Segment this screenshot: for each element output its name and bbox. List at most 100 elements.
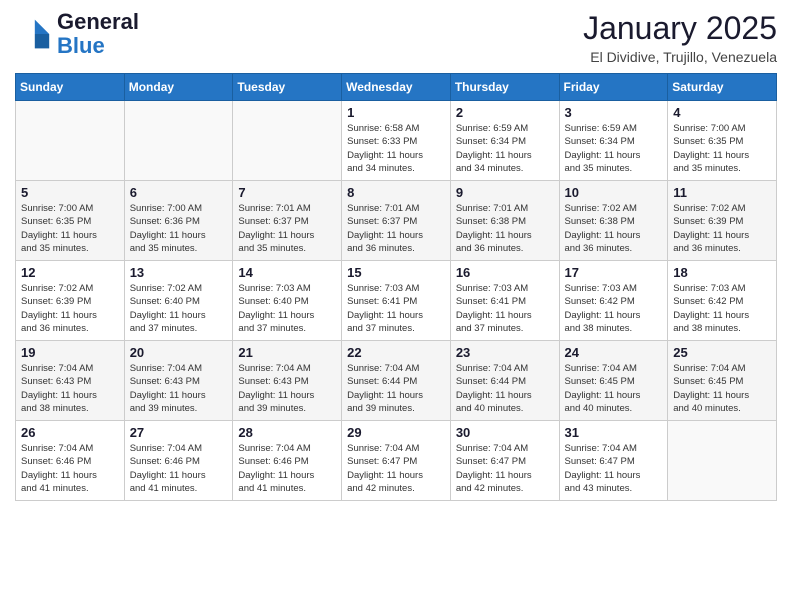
day-info: Sunrise: 7:01 AMSunset: 6:37 PMDaylight:… <box>238 202 336 255</box>
day-number: 22 <box>347 345 445 360</box>
calendar-cell: 8 Sunrise: 7:01 AMSunset: 6:37 PMDaylight… <box>342 181 451 261</box>
day-number: 24 <box>565 345 663 360</box>
calendar-cell: 9 Sunrise: 7:01 AMSunset: 6:38 PMDaylight… <box>450 181 559 261</box>
day-info: Sunrise: 7:00 AMSunset: 6:35 PMDaylight:… <box>21 202 119 255</box>
day-info: Sunrise: 7:04 AMSunset: 6:45 PMDaylight:… <box>565 362 663 415</box>
day-info: Sunrise: 7:04 AMSunset: 6:46 PMDaylight:… <box>238 442 336 495</box>
day-number: 6 <box>130 185 228 200</box>
day-info: Sunrise: 7:04 AMSunset: 6:44 PMDaylight:… <box>456 362 554 415</box>
day-number: 10 <box>565 185 663 200</box>
calendar-cell: 22 Sunrise: 7:04 AMSunset: 6:44 PMDayligh… <box>342 341 451 421</box>
day-number: 20 <box>130 345 228 360</box>
day-number: 17 <box>565 265 663 280</box>
logo-blue-text: Blue <box>57 33 105 58</box>
calendar-cell: 23 Sunrise: 7:04 AMSunset: 6:44 PMDayligh… <box>450 341 559 421</box>
calendar-cell: 18Sunrise: 7:03 AMSunset: 6:42 PMDayligh… <box>668 261 777 341</box>
day-number: 2 <box>456 105 554 120</box>
calendar-cell: 29 Sunrise: 7:04 AMSunset: 6:47 PMDayligh… <box>342 421 451 501</box>
day-number: 13 <box>130 265 228 280</box>
day-info: Sunrise: 7:04 AMSunset: 6:44 PMDaylight:… <box>347 362 445 415</box>
day-number: 1 <box>347 105 445 120</box>
calendar-cell: 14 Sunrise: 7:03 AMSunset: 6:40 PMDayligh… <box>233 261 342 341</box>
day-info: Sunrise: 7:04 AMSunset: 6:45 PMDaylight:… <box>673 362 771 415</box>
week-row-5: 26 Sunrise: 7:04 AMSunset: 6:46 PMDayligh… <box>16 421 777 501</box>
calendar-cell: 17 Sunrise: 7:03 AMSunset: 6:42 PMDayligh… <box>559 261 668 341</box>
calendar-cell: 12 Sunrise: 7:02 AMSunset: 6:39 PMDayligh… <box>16 261 125 341</box>
calendar-cell <box>233 101 342 181</box>
day-number: 26 <box>21 425 119 440</box>
calendar-table: SundayMondayTuesdayWednesdayThursdayFrid… <box>15 73 777 501</box>
month-title: January 2025 <box>583 10 777 47</box>
day-number: 23 <box>456 345 554 360</box>
day-number: 27 <box>130 425 228 440</box>
calendar-cell: 26 Sunrise: 7:04 AMSunset: 6:46 PMDayligh… <box>16 421 125 501</box>
calendar-cell: 19Sunrise: 7:04 AMSunset: 6:43 PMDayligh… <box>16 341 125 421</box>
day-number: 5 <box>21 185 119 200</box>
calendar-cell: 6 Sunrise: 7:00 AMSunset: 6:36 PMDaylight… <box>124 181 233 261</box>
calendar-cell: 3 Sunrise: 6:59 AMSunset: 6:34 PMDaylight… <box>559 101 668 181</box>
day-number: 12 <box>21 265 119 280</box>
column-header-sunday: Sunday <box>16 74 125 101</box>
calendar-cell: 2 Sunrise: 6:59 AMSunset: 6:34 PMDaylight… <box>450 101 559 181</box>
day-info: Sunrise: 7:01 AMSunset: 6:38 PMDaylight:… <box>456 202 554 255</box>
calendar-header-row: SundayMondayTuesdayWednesdayThursdayFrid… <box>16 74 777 101</box>
day-number: 3 <box>565 105 663 120</box>
day-info: Sunrise: 7:04 AMSunset: 6:47 PMDaylight:… <box>565 442 663 495</box>
day-number: 28 <box>238 425 336 440</box>
day-number: 18 <box>673 265 771 280</box>
calendar-cell: 25 Sunrise: 7:04 AMSunset: 6:45 PMDayligh… <box>668 341 777 421</box>
day-info: Sunrise: 7:02 AMSunset: 6:39 PMDaylight:… <box>21 282 119 335</box>
week-row-3: 12 Sunrise: 7:02 AMSunset: 6:39 PMDayligh… <box>16 261 777 341</box>
column-header-tuesday: Tuesday <box>233 74 342 101</box>
day-number: 11 <box>673 185 771 200</box>
calendar-cell <box>668 421 777 501</box>
day-info: Sunrise: 7:04 AMSunset: 6:43 PMDaylight:… <box>238 362 336 415</box>
calendar-cell: 16Sunrise: 7:03 AMSunset: 6:41 PMDayligh… <box>450 261 559 341</box>
day-number: 9 <box>456 185 554 200</box>
day-number: 16 <box>456 265 554 280</box>
page-header: General Blue January 2025 El Dividive, T… <box>15 10 777 65</box>
day-number: 14 <box>238 265 336 280</box>
day-number: 21 <box>238 345 336 360</box>
day-number: 29 <box>347 425 445 440</box>
day-info: Sunrise: 7:04 AMSunset: 6:46 PMDaylight:… <box>21 442 119 495</box>
calendar-cell: 7Sunrise: 7:01 AMSunset: 6:37 PMDaylight… <box>233 181 342 261</box>
day-number: 31 <box>565 425 663 440</box>
logo: General Blue <box>15 10 139 58</box>
day-info: Sunrise: 7:04 AMSunset: 6:47 PMDaylight:… <box>347 442 445 495</box>
day-info: Sunrise: 7:04 AMSunset: 6:46 PMDaylight:… <box>130 442 228 495</box>
day-number: 15 <box>347 265 445 280</box>
logo-general-text: General <box>57 9 139 34</box>
day-number: 25 <box>673 345 771 360</box>
calendar-cell: 10Sunrise: 7:02 AMSunset: 6:38 PMDayligh… <box>559 181 668 261</box>
day-info: Sunrise: 7:03 AMSunset: 6:40 PMDaylight:… <box>238 282 336 335</box>
calendar-cell: 4 Sunrise: 7:00 AMSunset: 6:35 PMDaylight… <box>668 101 777 181</box>
calendar-cell: 13 Sunrise: 7:02 AMSunset: 6:40 PMDayligh… <box>124 261 233 341</box>
calendar-cell <box>124 101 233 181</box>
calendar-cell <box>16 101 125 181</box>
location-title: El Dividive, Trujillo, Venezuela <box>583 49 777 65</box>
week-row-4: 19 Sunrise: 7:04 AMSunset: 6:43 PMDayligh… <box>16 341 777 421</box>
day-info: Sunrise: 7:02 AMSunset: 6:40 PMDaylight:… <box>130 282 228 335</box>
column-header-thursday: Thursday <box>450 74 559 101</box>
day-info: Sunrise: 6:59 AMSunset: 6:34 PMDaylight:… <box>565 122 663 175</box>
week-row-1: 1Sunrise: 6:58 AMSunset: 6:33 PMDaylight… <box>16 101 777 181</box>
day-number: 4 <box>673 105 771 120</box>
calendar-cell: 11 Sunrise: 7:02 AMSunset: 6:39 PMDayligh… <box>668 181 777 261</box>
day-info: Sunrise: 7:00 AMSunset: 6:35 PMDaylight:… <box>673 122 771 175</box>
calendar-cell: 1Sunrise: 6:58 AMSunset: 6:33 PMDaylight… <box>342 101 451 181</box>
day-number: 19 <box>21 345 119 360</box>
logo-icon <box>15 16 51 52</box>
calendar-cell: 24 Sunrise: 7:04 AMSunset: 6:45 PMDayligh… <box>559 341 668 421</box>
calendar-cell: 20Sunrise: 7:04 AMSunset: 6:43 PMDayligh… <box>124 341 233 421</box>
day-number: 8 <box>347 185 445 200</box>
day-info: Sunrise: 7:03 AMSunset: 6:42 PMDaylight:… <box>565 282 663 335</box>
day-info: Sunrise: 7:01 AMSunset: 6:37 PMDaylight:… <box>347 202 445 255</box>
calendar-cell: 30Sunrise: 7:04 AMSunset: 6:47 PMDayligh… <box>450 421 559 501</box>
calendar-cell: 15Sunrise: 7:03 AMSunset: 6:41 PMDayligh… <box>342 261 451 341</box>
column-header-saturday: Saturday <box>668 74 777 101</box>
day-info: Sunrise: 6:59 AMSunset: 6:34 PMDaylight:… <box>456 122 554 175</box>
day-info: Sunrise: 7:02 AMSunset: 6:39 PMDaylight:… <box>673 202 771 255</box>
calendar-cell: 28 Sunrise: 7:04 AMSunset: 6:46 PMDayligh… <box>233 421 342 501</box>
day-info: Sunrise: 7:00 AMSunset: 6:36 PMDaylight:… <box>130 202 228 255</box>
